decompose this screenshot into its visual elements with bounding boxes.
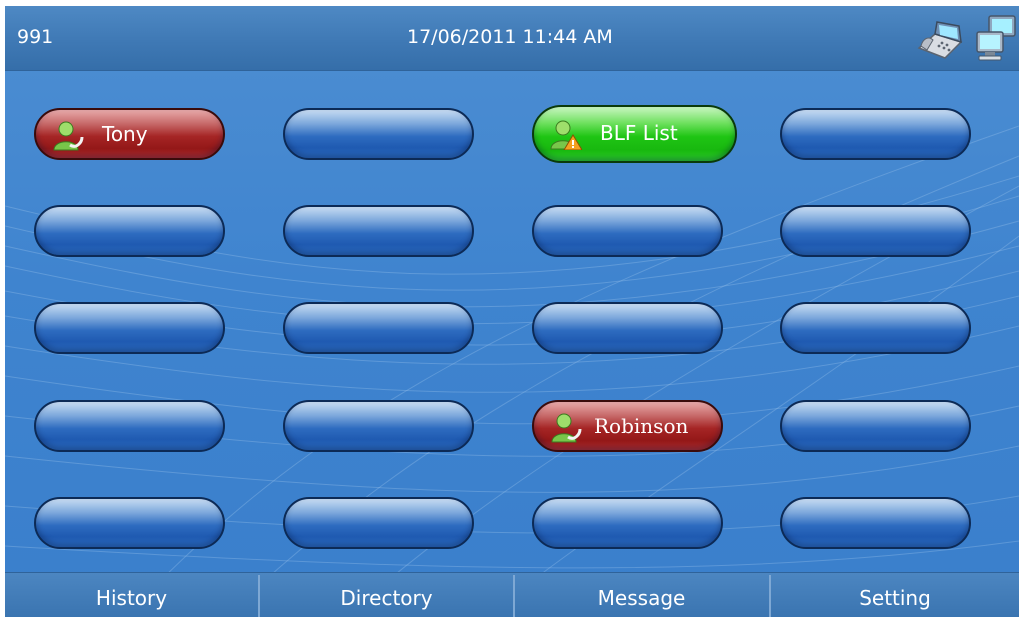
network-icon <box>976 15 1016 61</box>
speed-dial-button-empty[interactable] <box>283 302 474 354</box>
person-call-icon <box>551 413 582 443</box>
bottom-menu: History Directory Message Setting <box>5 572 1019 617</box>
speed-dial-button-empty[interactable] <box>780 400 971 452</box>
button-label: BLF List <box>600 121 678 145</box>
speed-dial-button-empty[interactable] <box>780 108 971 160</box>
speed-dial-button-empty[interactable] <box>780 302 971 354</box>
person-call-icon <box>53 121 84 151</box>
speed-dial-button-empty[interactable] <box>532 205 723 257</box>
desk-phone-icon <box>917 21 963 59</box>
tab-directory[interactable]: Directory <box>260 573 513 617</box>
speed-dial-button-empty[interactable] <box>283 400 474 452</box>
tab-history[interactable]: History <box>5 573 258 617</box>
speed-dial-button-empty[interactable] <box>532 302 723 354</box>
speed-dial-button-empty[interactable] <box>34 497 225 549</box>
speed-dial-button-blf-list[interactable]: BLF List <box>532 105 737 163</box>
speed-dial-button-empty[interactable] <box>283 497 474 549</box>
speed-dial-button-empty[interactable] <box>34 205 225 257</box>
speed-dial-button-robinson[interactable]: Robinson <box>532 400 723 452</box>
speed-dial-button-empty[interactable] <box>34 302 225 354</box>
speed-dial-button-empty[interactable] <box>34 400 225 452</box>
speed-dial-button-empty[interactable] <box>283 108 474 160</box>
tab-message[interactable]: Message <box>515 573 768 617</box>
extension-number: 991 <box>17 26 54 48</box>
speed-dial-button-empty[interactable] <box>780 205 971 257</box>
tab-setting[interactable]: Setting <box>771 573 1019 617</box>
button-label: Robinson <box>594 414 689 438</box>
phone-screen: 991 17/06/2011 11:44 AM Tony BLF List Ro… <box>5 6 1019 617</box>
speed-dial-button-empty[interactable] <box>532 497 723 549</box>
speed-dial-button-empty[interactable] <box>283 205 474 257</box>
speed-dial-button-tony[interactable]: Tony <box>34 108 225 160</box>
button-label: Tony <box>102 122 148 146</box>
date-time: 17/06/2011 11:44 AM <box>407 26 613 48</box>
status-bar: 991 17/06/2011 11:44 AM <box>5 6 1019 71</box>
person-warning-icon <box>550 120 582 150</box>
speed-dial-button-empty[interactable] <box>780 497 971 549</box>
